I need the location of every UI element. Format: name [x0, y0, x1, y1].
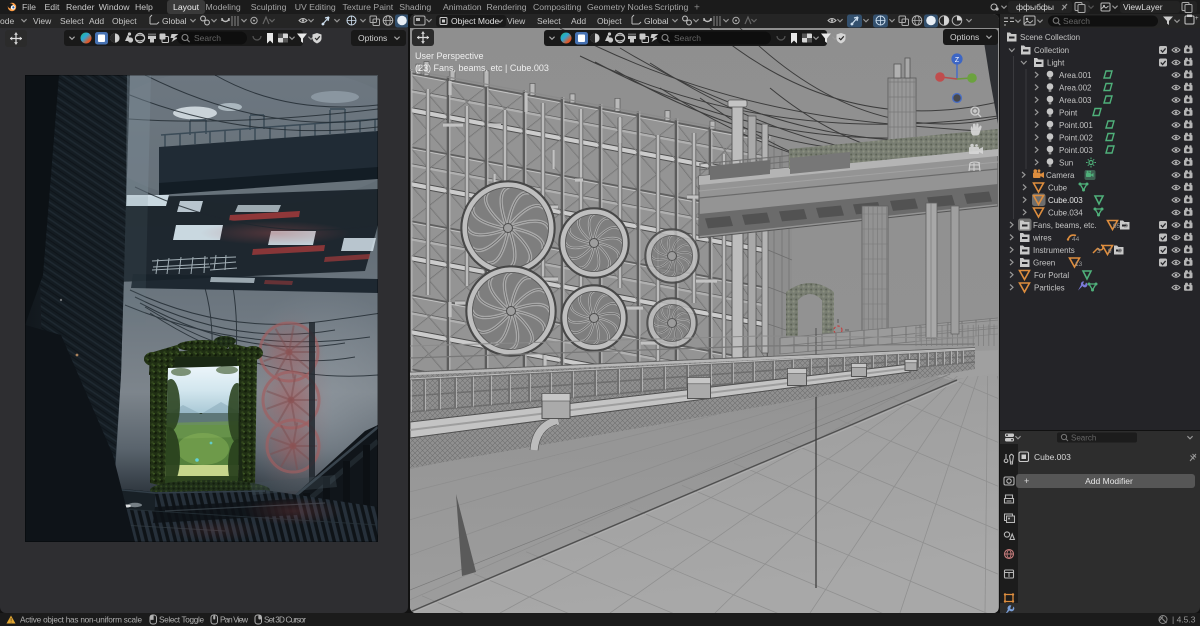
svg-text:5: 5	[1118, 248, 1122, 255]
svg-text:Point: Point	[1059, 109, 1078, 118]
svg-text:Set 3D Cursor: Set 3D Cursor	[264, 616, 306, 625]
svg-text:UV Editing: UV Editing	[295, 2, 336, 12]
svg-text:ode: ode	[0, 16, 14, 26]
svg-text:Green: Green	[1033, 259, 1055, 268]
svg-text:Cube: Cube	[1048, 184, 1068, 193]
svg-text:Cube.003: Cube.003	[1034, 452, 1071, 462]
svg-text:Sun: Sun	[1059, 159, 1073, 168]
svg-text:Select Toggle: Select Toggle	[159, 616, 204, 625]
svg-text:Geometry Nodes: Geometry Nodes	[587, 2, 653, 12]
svg-text:Cube.034: Cube.034	[1048, 209, 1083, 218]
svg-text:Options: Options	[358, 33, 387, 43]
svg-text:| 4.5.3: | 4.5.3	[1172, 615, 1196, 625]
svg-text:View: View	[33, 16, 52, 26]
svg-text:Scripting: Scripting	[655, 2, 689, 12]
svg-text:Search: Search	[194, 33, 221, 43]
svg-text:For Portal: For Portal	[1034, 271, 1069, 280]
svg-text:Sculpting: Sculpting	[251, 2, 287, 12]
svg-text:Active object has non-uniform: Active object has non-uniform scale	[20, 616, 142, 625]
svg-text:Search: Search	[674, 33, 701, 43]
svg-text:Texture Paint: Texture Paint	[343, 2, 394, 12]
svg-text:Modeling: Modeling	[206, 2, 241, 12]
svg-text:3: 3	[1097, 248, 1101, 255]
svg-text:Object Mode: Object Mode	[451, 16, 499, 26]
svg-text:Cube.003: Cube.003	[1048, 196, 1083, 205]
svg-text:Point.002: Point.002	[1059, 134, 1093, 143]
svg-text:+: +	[1195, 16, 1199, 22]
svg-text:Global: Global	[644, 16, 669, 26]
svg-text:Help: Help	[135, 2, 153, 12]
svg-text:+: +	[694, 3, 700, 14]
svg-text:Add: Add	[571, 16, 586, 26]
svg-text:+: +	[1024, 476, 1029, 486]
svg-text:Layout: Layout	[173, 2, 200, 12]
svg-text:Point.003: Point.003	[1059, 146, 1093, 155]
svg-text:Shading: Shading	[399, 2, 431, 12]
svg-text:Add: Add	[89, 16, 104, 26]
svg-text:Global: Global	[162, 16, 187, 26]
svg-text:Render: Render	[66, 2, 95, 12]
svg-text:Options: Options	[950, 32, 979, 42]
svg-text:Add Modifier: Add Modifier	[1085, 476, 1133, 486]
svg-text:13: 13	[1075, 261, 1083, 268]
svg-text:Select: Select	[537, 16, 561, 26]
svg-text:Collection: Collection	[1034, 46, 1069, 55]
svg-text:Pan View: Pan View	[220, 616, 248, 625]
svg-text:Edit: Edit	[45, 2, 61, 12]
svg-text:View: View	[507, 16, 526, 26]
svg-text:Area.003: Area.003	[1059, 96, 1092, 105]
svg-text:ффыбфы: ффыбфы	[1016, 2, 1054, 12]
svg-text:Window: Window	[99, 2, 131, 12]
svg-text:Select: Select	[60, 16, 84, 26]
svg-text:Object: Object	[112, 16, 137, 26]
svg-text:File: File	[22, 2, 36, 12]
svg-text:Point.001: Point.001	[1059, 121, 1093, 130]
svg-text:ViewLayer: ViewLayer	[1123, 2, 1163, 12]
svg-text:Animation: Animation	[443, 2, 482, 12]
svg-text:Object: Object	[597, 16, 622, 26]
svg-text:Instruments: Instruments	[1033, 246, 1075, 255]
svg-text:wires: wires	[1032, 234, 1052, 243]
svg-text:Compositing: Compositing	[533, 2, 581, 12]
svg-text:2: 2	[1124, 223, 1128, 230]
svg-text:Search: Search	[1071, 434, 1096, 443]
svg-text:Light: Light	[1047, 59, 1065, 68]
svg-text:Area.001: Area.001	[1059, 71, 1092, 80]
svg-text:Fans, beams, etc.: Fans, beams, etc.	[1033, 221, 1097, 230]
svg-text:Area.002: Area.002	[1059, 84, 1092, 93]
svg-text:Rendering: Rendering	[487, 2, 527, 12]
svg-text:Particles: Particles	[1034, 284, 1065, 293]
svg-text:95: 95	[1113, 223, 1121, 230]
svg-text:Scene Collection: Scene Collection	[1020, 33, 1080, 42]
svg-text:9: 9	[1108, 248, 1112, 255]
svg-text:Search: Search	[1063, 16, 1090, 26]
svg-text:(23) Fans, beams, etc | Cube.0: (23) Fans, beams, etc | Cube.003	[415, 63, 549, 73]
svg-text:44: 44	[1072, 236, 1080, 243]
svg-text:Camera: Camera	[1046, 171, 1075, 180]
